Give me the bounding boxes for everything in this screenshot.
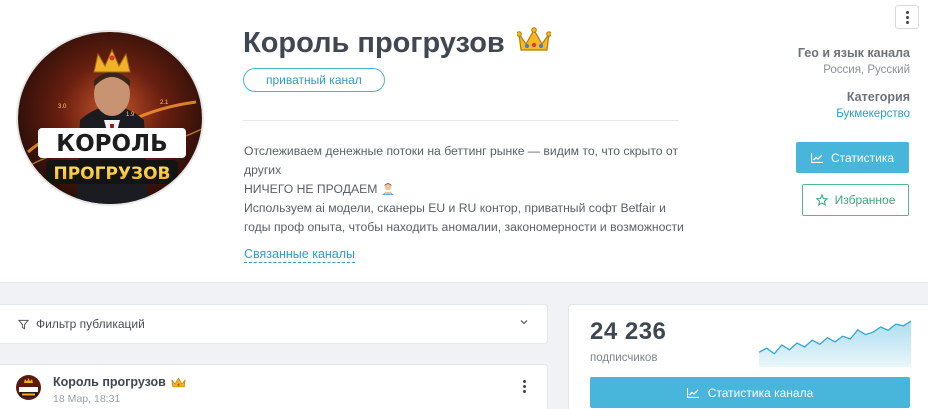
category-label: Категория <box>846 90 910 104</box>
avatar-chart-label: 3.0 <box>58 104 67 110</box>
channel-avatar-image: 3.0 1.9 2.1 КОРОЛЬ ПРОГРУЗОВ <box>18 32 202 204</box>
avatar-chart-label: 1.9 <box>126 112 135 118</box>
more-dot-icon <box>905 20 909 24</box>
person-gesture-emoji-icon <box>381 182 395 196</box>
filter-icon <box>18 319 29 329</box>
channel-header-card: 3.0 1.9 2.1 КОРОЛЬ ПРОГРУЗОВ Король прог… <box>0 0 928 283</box>
post-date: 18 Мар, 18:31 <box>53 393 121 405</box>
sparkline-area <box>759 321 911 367</box>
description-line: Используем ai модели, сканеры EU и RU ко… <box>244 201 666 215</box>
more-dot-icon <box>523 390 526 393</box>
description-line: других <box>244 163 282 177</box>
crown-icon <box>171 377 186 388</box>
more-dot-icon <box>523 380 526 383</box>
private-channel-badge: приватный канал <box>243 68 385 92</box>
channel-statistics-button[interactable]: Статистика канала <box>590 377 910 408</box>
post-card: Король прогрузов 18 Мар, 18:31 <box>0 364 548 409</box>
favorite-button-label: Избранное <box>834 193 896 207</box>
geo-label: Гео и язык канала <box>797 46 910 60</box>
statistics-button[interactable]: Статистика <box>796 142 909 173</box>
channel-description: Отслеживаем денежные потоки на беттинг р… <box>244 142 684 237</box>
description-line: НИЧЕГО НЕ ПРОДАЕМ <box>244 180 684 199</box>
channel-meta: Гео и язык канала Россия, Русский Катего… <box>710 46 910 120</box>
chart-line-icon <box>810 152 823 163</box>
avatar-brand-text: КОРОЛЬ <box>56 131 167 157</box>
subscribers-count: 24 236 <box>590 318 667 345</box>
post-author: Король прогрузов <box>53 375 186 389</box>
subscribers-label: подписчиков <box>590 352 658 364</box>
category-link[interactable]: Букмекерство <box>710 108 910 120</box>
more-menu-button[interactable] <box>895 5 919 29</box>
post-author-name[interactable]: Король прогрузов <box>53 375 166 389</box>
description-line: годы проф опыта, чтобы находить аномалии… <box>244 220 684 234</box>
channel-avatar: 3.0 1.9 2.1 КОРОЛЬ ПРОГРУЗОВ <box>16 30 204 206</box>
chevron-down-icon <box>520 320 528 325</box>
avatar-chart-label: 2.1 <box>160 100 169 106</box>
channel-statistics-button-label: Статистика канала <box>707 385 814 400</box>
header-divider <box>243 120 679 121</box>
statistics-button-label: Статистика <box>830 150 895 165</box>
favorite-button[interactable]: Избранное <box>802 184 909 216</box>
related-channels-link[interactable]: Связанные каналы <box>244 247 356 263</box>
more-dot-icon <box>905 10 909 14</box>
description-line-text: НИЧЕГО НЕ ПРОДАЕМ <box>244 182 378 196</box>
channel-title: Король прогрузов <box>243 26 552 60</box>
geo-value: Россия, Русский <box>823 64 910 76</box>
star-icon <box>815 194 828 206</box>
crown-icon <box>515 26 552 60</box>
publication-filter[interactable]: Фильтр публикаций <box>0 304 548 344</box>
filter-label: Фильтр публикаций <box>36 317 145 331</box>
subscribers-card: 24 236 подписчиков Статистика канала <box>568 304 928 409</box>
avatar-brand-text: ПРОГРУЗОВ <box>53 164 170 184</box>
chart-line-icon <box>686 387 699 398</box>
more-dot-icon <box>905 15 909 19</box>
subscribers-sparkline <box>759 320 911 367</box>
post-author-avatar[interactable] <box>16 375 41 400</box>
more-dot-icon <box>523 385 526 388</box>
description-line: Отслеживаем денежные потоки на беттинг р… <box>244 144 679 158</box>
post-more-button[interactable] <box>523 380 526 393</box>
channel-title-text: Король прогрузов <box>243 26 505 59</box>
